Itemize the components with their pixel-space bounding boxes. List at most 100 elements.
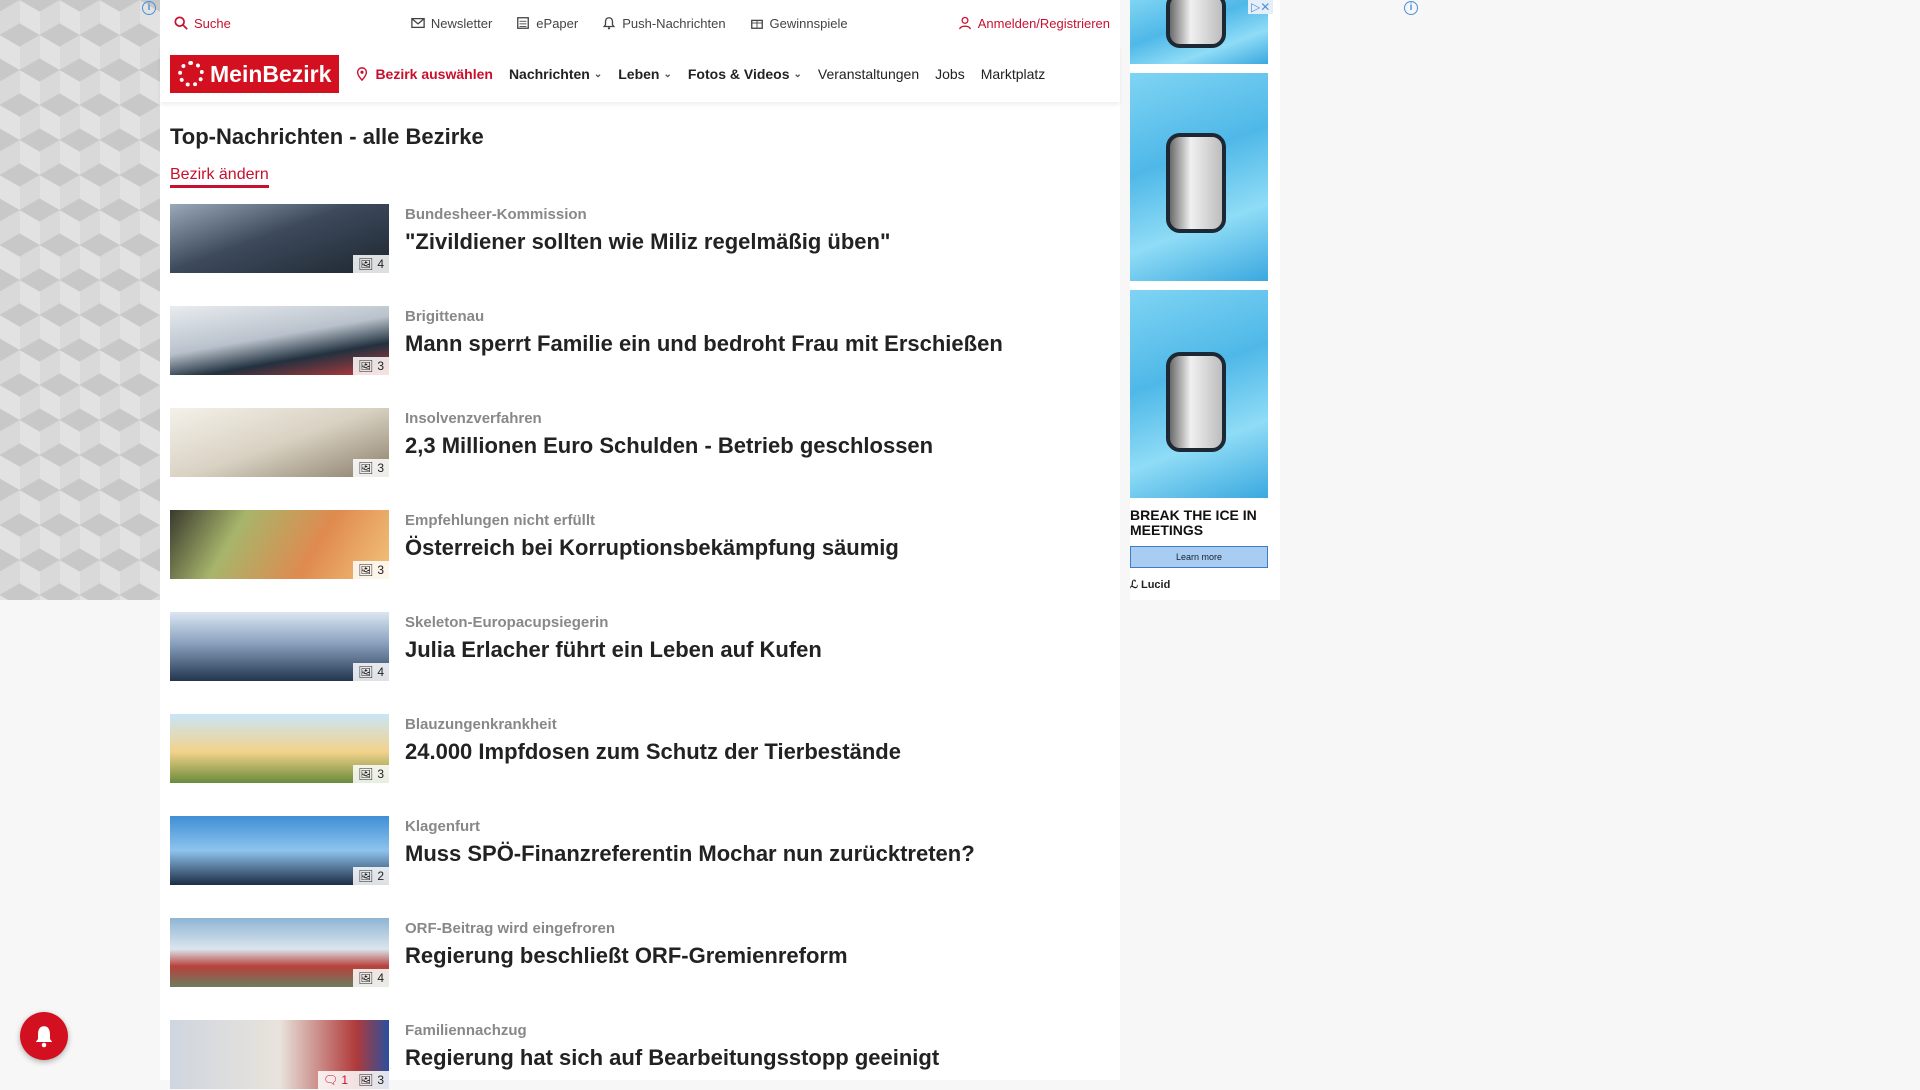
article-item[interactable]: 🖼 4 ORF-Beitrag wird eingefroren Regierung …: [170, 918, 1110, 988]
newsletter-link[interactable]: Newsletter: [411, 16, 492, 31]
newsletter-label: Newsletter: [430, 15, 493, 31]
content: Top-Nachrichten - alle Bezirke Bezirk än…: [160, 124, 1120, 1090]
article-thumbnail[interactable]: 🖼 4: [170, 612, 389, 681]
nav-nachrichten-label: Nachrichten: [508, 66, 590, 82]
ad-info-icon[interactable]: i: [1404, 1, 1418, 15]
article-headline[interactable]: Muss SPÖ-Finanzreferentin Mochar nun zur…: [405, 841, 975, 867]
ad-info-icon[interactable]: i: [142, 1, 156, 15]
push-link[interactable]: Push-Nachrichten: [602, 15, 726, 31]
gewinnspiele-label: Gewinnspiele: [769, 15, 848, 31]
article-kicker: ORF-Beitrag wird eingefroren: [405, 920, 616, 937]
article-thumbnail[interactable]: 🖼 4: [170, 204, 389, 273]
search-label: Suche: [194, 15, 231, 31]
logo[interactable]: MeinBezirk: [170, 55, 340, 93]
chevron-down-icon: ⌄: [593, 68, 603, 80]
image-count-badge: 🗨 1 🖼 3: [317, 1071, 389, 1089]
nav-nachrichten[interactable]: Nachrichten ⌄: [509, 66, 602, 82]
nav-leben[interactable]: Leben ⌄: [618, 66, 672, 82]
article-item[interactable]: 🖼 3 Insolvenzverfahren 2,3 Millionen Euro S…: [170, 408, 1110, 478]
bell-icon: [603, 17, 616, 30]
article-headline[interactable]: Mann sperrt Familie ein und bedroht Frau…: [405, 331, 1003, 357]
article-kicker: Empfehlungen nicht erfüllt: [405, 512, 595, 529]
gallery-icon: 🖼: [358, 869, 374, 883]
image-count-badge: 🖼 3: [353, 561, 389, 579]
article-headline[interactable]: 2,3 Millionen Euro Schulden - Betrieb ge…: [405, 433, 933, 459]
article-headline[interactable]: Regierung hat sich auf Bearbeitungsstopp…: [405, 1045, 939, 1071]
article-kicker: Skeleton-Europacupsiegerin: [405, 614, 609, 631]
article-item[interactable]: 🖼 3 Empfehlungen nicht erfüllt Österreich b…: [170, 510, 1110, 580]
ad-headline: BREAK THE ICE IN MEETINGS: [1130, 507, 1257, 538]
login-link[interactable]: Anmelden/Registrieren: [958, 16, 1110, 31]
image-count: 3: [377, 563, 384, 577]
image-count: 3: [377, 359, 384, 373]
nav-fotos-videos-label: Fotos & Videos: [687, 66, 790, 82]
article-text: Klagenfurt Muss SPÖ-Finanzreferentin Moch…: [405, 816, 975, 867]
article-thumbnail[interactable]: 🖼 2: [170, 816, 389, 885]
main-navigation: MeinBezirk Bezirk auswählen Nachrichten ⌄…: [160, 46, 1120, 102]
user-icon: [958, 16, 971, 30]
nav-leben-label: Leben: [618, 66, 660, 82]
article-kicker: Klagenfurt: [405, 818, 480, 835]
article-headline[interactable]: Österreich bei Korruptionsbekämpfung säu…: [405, 535, 899, 561]
article-text: ORF-Beitrag wird eingefroren Regierung be…: [405, 918, 848, 969]
article-headline[interactable]: "Zivildiener sollten wie Miliz regelmäßi…: [405, 229, 890, 255]
image-count: 4: [377, 257, 384, 271]
article-headline[interactable]: Julia Erlacher führt ein Leben auf Kufen: [405, 637, 822, 663]
article-item[interactable]: 🖼 4 Bundesheer-Kommission "Zivildiener soll…: [170, 204, 1110, 274]
article-item[interactable]: 🖼 2 Klagenfurt Muss SPÖ-Finanzreferentin Mo…: [170, 816, 1110, 886]
gallery-icon: 🖼: [358, 665, 374, 679]
login-label: Anmelden/Registrieren: [977, 15, 1110, 31]
article-thumbnail[interactable]: 🖼 3: [170, 306, 389, 375]
ad-banner[interactable]: ▷✕ BREAK THE ICE IN MEETINGS Learn more …: [1130, 0, 1280, 600]
epaper-link[interactable]: ePaper: [516, 16, 578, 31]
image-count-badge: 🖼 4: [353, 663, 389, 681]
gewinnspiele-link[interactable]: Gewinnspiele: [750, 16, 848, 31]
ad-learn-more-button[interactable]: Learn more: [1130, 546, 1268, 568]
change-bezirk-link[interactable]: Bezirk ändern: [170, 166, 269, 188]
nav-veranstaltungen[interactable]: Veranstaltungen: [818, 66, 919, 82]
ad-image-2: [1130, 73, 1268, 281]
page-title: Top-Nachrichten - alle Bezirke: [170, 124, 484, 149]
search-icon: [174, 16, 188, 30]
nav-jobs-label: Jobs: [935, 66, 965, 82]
article-thumbnail[interactable]: 🖼 3: [170, 510, 389, 579]
article-thumbnail[interactable]: 🖼 3: [170, 408, 389, 477]
comment-count: 🗨 1: [322, 1073, 349, 1087]
article-item[interactable]: 🖼 3 Blauzungenkrankheit 24.000 Impfdosen zu…: [170, 714, 1110, 784]
push-label: Push-Nachrichten: [622, 15, 726, 31]
article-thumbnail[interactable]: 🖼 4: [170, 918, 389, 987]
article-item[interactable]: 🖼 4 Skeleton-Europacupsiegerin Julia Erlach…: [170, 612, 1110, 682]
article-text: Bundesheer-Kommission "Zivildiener sollte…: [405, 204, 890, 255]
gallery-icon: 🖼: [358, 1073, 374, 1087]
image-count-badge: 🖼 4: [353, 255, 389, 273]
article-item[interactable]: 🖼 3 Brigittenau Mann sperrt Familie ein und…: [170, 306, 1110, 376]
article-kicker: Familiennachzug: [405, 1022, 527, 1039]
ad-close-icon[interactable]: ▷✕: [1248, 0, 1274, 14]
article-text: Skeleton-Europacupsiegerin Julia Erlacher…: [405, 612, 822, 663]
nav-fotos-videos[interactable]: Fotos & Videos ⌄: [688, 66, 802, 82]
article-headline[interactable]: Regierung beschließt ORF-Gremienreform: [405, 943, 848, 969]
gallery-icon: 🖼: [358, 257, 374, 271]
article-thumbnail[interactable]: 🗨 1 🖼 3: [170, 1020, 389, 1089]
chevron-down-icon: ⌄: [793, 68, 802, 80]
article-headline[interactable]: 24.000 Impfdosen zum Schutz der Tierbest…: [405, 739, 901, 765]
bezirk-select-button[interactable]: Bezirk auswählen: [355, 66, 493, 82]
image-count: 4: [377, 971, 384, 985]
image-count: 3: [377, 767, 384, 781]
search-link[interactable]: Suche: [174, 16, 231, 31]
nav-jobs[interactable]: Jobs: [935, 66, 965, 82]
ad-brand-label: Lucid: [1140, 579, 1171, 591]
gallery-icon: 🖼: [358, 359, 374, 373]
notification-bell-button[interactable]: [20, 1012, 68, 1060]
nav-marktplatz[interactable]: Marktplatz: [981, 66, 1046, 82]
gallery-icon: 🖼: [358, 563, 374, 577]
image-count: 2: [377, 869, 384, 883]
bezirk-select-label: Bezirk auswählen: [375, 66, 493, 82]
ad-image-3: [1130, 290, 1268, 498]
mail-icon: [411, 17, 425, 29]
article-thumbnail[interactable]: 🖼 3: [170, 714, 389, 783]
gift-icon: [750, 19, 763, 29]
location-pin-icon: [357, 67, 368, 81]
bell-icon: [35, 1026, 53, 1048]
gallery-icon: 🖼: [358, 461, 374, 475]
